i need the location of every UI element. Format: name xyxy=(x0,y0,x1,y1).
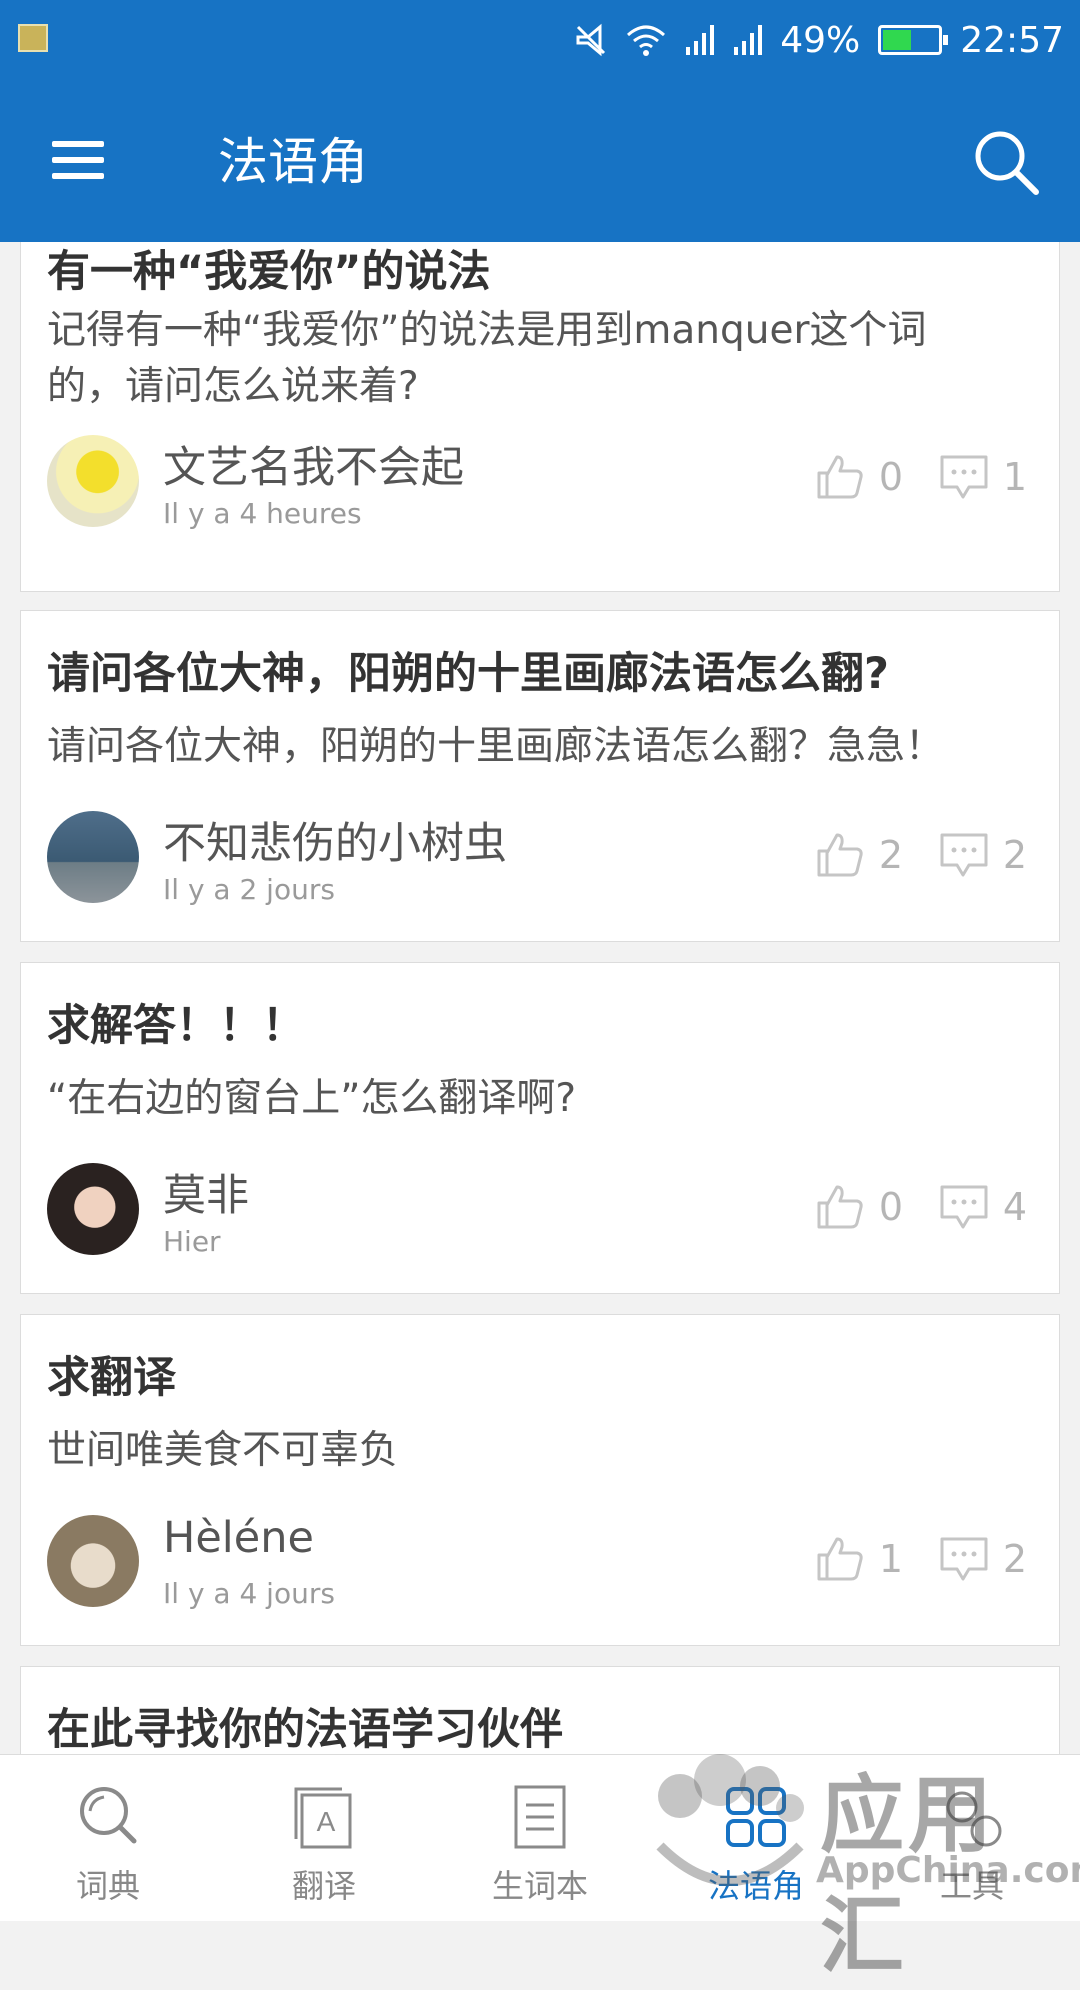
nav-item-notebook[interactable]: 生词本 xyxy=(432,1755,648,1921)
like-count: 0 xyxy=(878,455,904,499)
post-title: 在此寻找你的法语学习伙伴 xyxy=(47,1705,563,1754)
nav-label: 词典 xyxy=(75,1867,140,1905)
battery-icon xyxy=(878,25,949,55)
comment-icon[interactable] xyxy=(939,453,989,501)
post-body: 世间唯美食不可辜负 xyxy=(47,1428,399,1473)
nav-label: 法语角 xyxy=(707,1867,804,1905)
post-time: Il y a 2 jours xyxy=(163,873,335,906)
app-toolbar: 法语角 xyxy=(0,80,1080,242)
post-stats: 0 4 xyxy=(815,1183,1041,1231)
menu-icon[interactable] xyxy=(48,135,108,185)
post-title: 有一种“我爱你”的说法 xyxy=(47,247,491,297)
author-name[interactable]: 文艺名我不会起 xyxy=(163,433,464,495)
comment-count: 4 xyxy=(1002,1185,1028,1229)
grid-icon xyxy=(726,1787,786,1847)
thumbs-up-icon[interactable] xyxy=(815,1183,865,1231)
comment-icon[interactable] xyxy=(939,1535,989,1583)
like-count: 2 xyxy=(878,833,904,877)
status-icons: 49% 22:57 xyxy=(574,14,1064,66)
like-count: 1 xyxy=(878,1537,904,1581)
signal-icon-1 xyxy=(686,25,715,55)
post-body: “在右边的窗台上”怎么翻译啊? xyxy=(47,1076,577,1121)
app-notification-icon xyxy=(18,24,48,52)
post-title: 求解答！！！ xyxy=(47,1001,305,1051)
nav-item-translate[interactable]: A 翻译 xyxy=(216,1755,432,1921)
post-body: 记得有一种“我爱你”的说法是用到manquer这个词的，请问怎么说来着? xyxy=(47,308,927,409)
page-title: 法语角 xyxy=(218,133,368,191)
search-icon[interactable] xyxy=(970,126,1042,198)
post-card[interactable]: 有一种“我爱你”的说法 记得有一种“我爱你”的说法是用到manquer这个词的，… xyxy=(20,242,1060,592)
thumbs-up-icon[interactable] xyxy=(815,1535,865,1583)
comment-count: 2 xyxy=(1002,833,1028,877)
tools-icon xyxy=(946,1791,1002,1847)
comment-count: 1 xyxy=(1002,455,1028,499)
post-time: Il y a 4 jours xyxy=(163,1577,335,1610)
svg-text:A: A xyxy=(317,1806,336,1837)
avatar[interactable] xyxy=(47,811,139,903)
avatar[interactable] xyxy=(47,1163,139,1255)
comment-icon[interactable] xyxy=(939,1183,989,1231)
nav-item-dictionary[interactable]: 词典 xyxy=(0,1755,216,1921)
post-card[interactable]: 求解答！！！ “在右边的窗台上”怎么翻译啊? 莫非 Hier 0 4 xyxy=(20,962,1060,1294)
post-stats: 2 2 xyxy=(815,831,1041,879)
comment-icon[interactable] xyxy=(939,831,989,879)
nav-label: 工具 xyxy=(939,1867,1004,1905)
nav-label: 生词本 xyxy=(491,1867,588,1905)
nav-item-french-corner[interactable]: 法语角 xyxy=(648,1755,864,1921)
post-title: 请问各位大神，阳朔的十里画廊法语怎么翻? xyxy=(47,649,889,699)
silent-mode-icon xyxy=(576,23,606,57)
thumbs-up-icon[interactable] xyxy=(815,453,865,501)
translate-icon: A xyxy=(294,1787,352,1849)
post-stats: 1 2 xyxy=(815,1535,1041,1583)
post-card[interactable]: 在此寻找你的法语学习伙伴 xyxy=(20,1666,1060,1754)
author-name[interactable]: 不知悲伤的小树虫 xyxy=(163,809,507,871)
post-stats: 0 1 xyxy=(815,453,1041,501)
signal-icon-2 xyxy=(734,25,763,55)
comment-count: 2 xyxy=(1002,1537,1028,1581)
thumbs-up-icon[interactable] xyxy=(815,831,865,879)
post-title: 求翻译 xyxy=(47,1353,176,1403)
post-feed: 有一种“我爱你”的说法 记得有一种“我爱你”的说法是用到manquer这个词的，… xyxy=(0,242,1080,1754)
post-time: Il y a 4 heures xyxy=(163,497,362,530)
avatar[interactable] xyxy=(47,1515,139,1607)
post-card[interactable]: 求翻译 世间唯美食不可辜负 Hèléne Il y a 4 jours 1 2 xyxy=(20,1314,1060,1646)
post-card[interactable]: 请问各位大神，阳朔的十里画廊法语怎么翻? 请问各位大神，阳朔的十里画廊法语怎么翻… xyxy=(20,610,1060,942)
author-name[interactable]: Hèléne xyxy=(163,1513,314,1563)
notebook-icon xyxy=(514,1785,566,1849)
bottom-navigation: 词典 A 翻译 生词本 法语角 工具 xyxy=(0,1754,1080,1921)
wifi-icon xyxy=(627,25,666,56)
search-icon xyxy=(80,1787,137,1844)
author-name[interactable]: 莫非 xyxy=(163,1161,249,1223)
status-bar: 49% 22:57 xyxy=(0,0,1080,80)
post-time: Hier xyxy=(163,1225,221,1258)
avatar[interactable] xyxy=(47,435,139,527)
nav-label: 翻译 xyxy=(291,1867,356,1905)
nav-item-tools[interactable]: 工具 xyxy=(864,1755,1080,1921)
post-body: 请问各位大神，阳朔的十里画廊法语怎么翻？急急！ xyxy=(47,724,945,769)
clock: 22:57 xyxy=(960,19,1064,61)
like-count: 0 xyxy=(878,1185,904,1229)
battery-percent: 49% xyxy=(780,19,861,61)
